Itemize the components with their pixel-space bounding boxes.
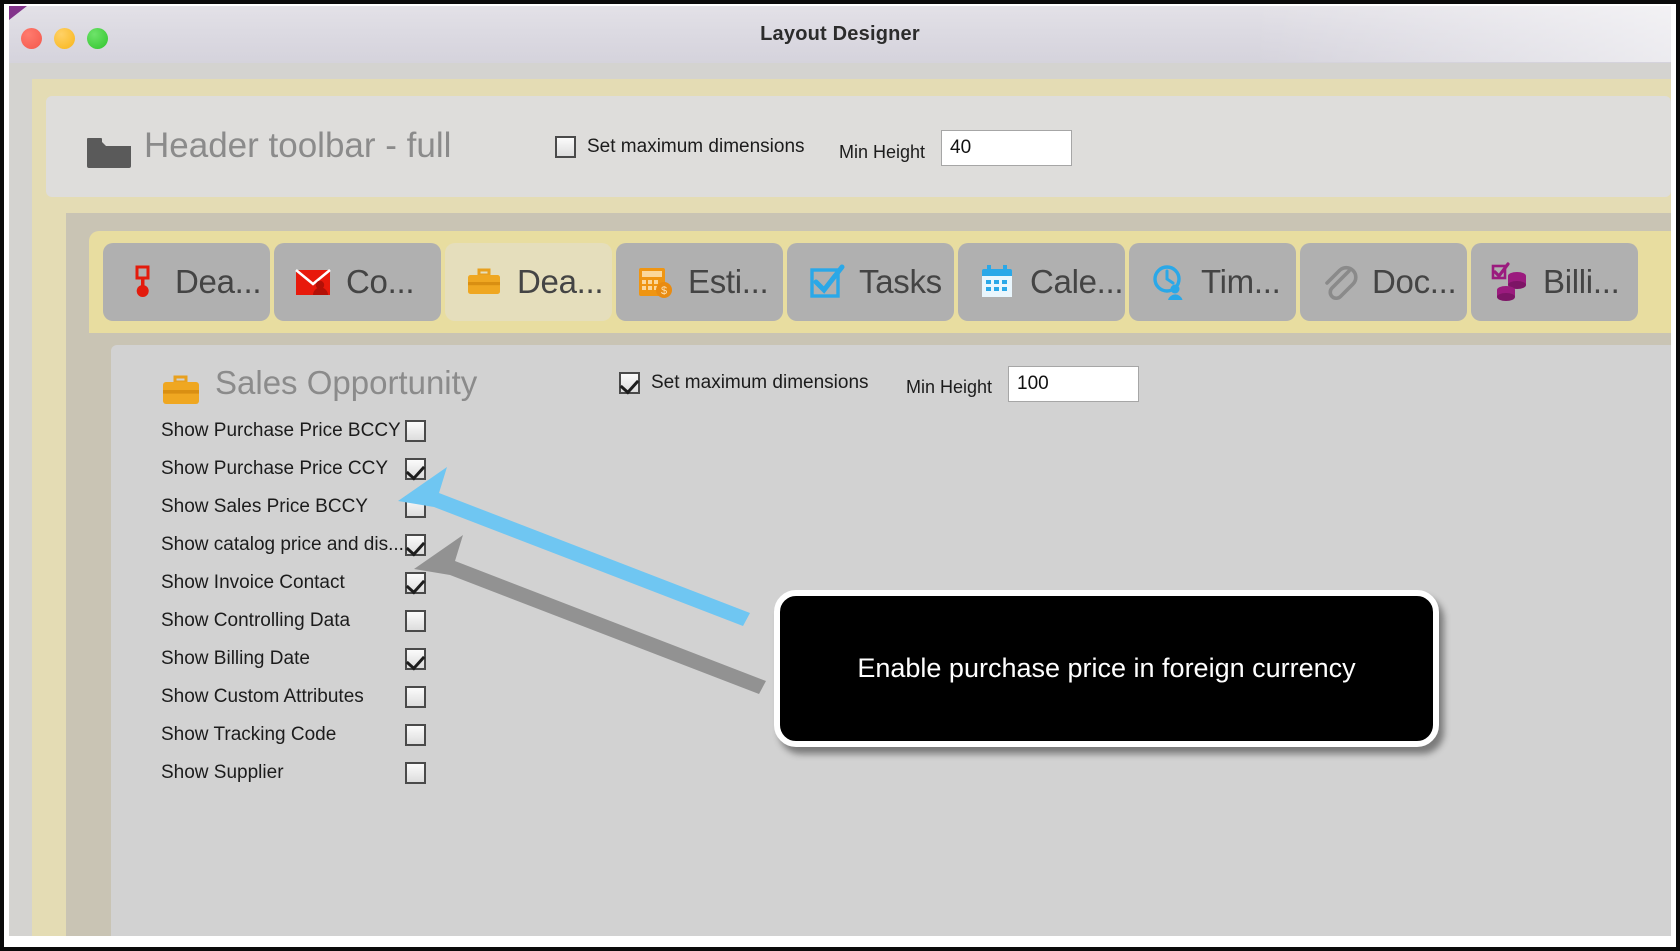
option-label: Show Controlling Data (161, 610, 351, 631)
option-row[interactable]: Show Supplier (161, 754, 491, 792)
window-title: Layout Designer (760, 23, 920, 45)
screenshot-root: Layout Designer Header toolbar - full Se… (0, 0, 1680, 951)
option-label: Show Tracking Code (161, 724, 337, 745)
option-row[interactable]: Show catalog price and dis... (161, 526, 491, 564)
svg-text:$: $ (661, 285, 667, 297)
coins-check-icon (1490, 262, 1530, 302)
option-checkbox[interactable] (405, 534, 426, 556)
option-label: Show Purchase Price CCY (161, 458, 389, 479)
content-set-max-dimensions-checkbox[interactable] (619, 372, 640, 394)
briefcase-icon (464, 262, 504, 302)
paperclip-icon (1319, 262, 1359, 302)
option-checkbox[interactable] (405, 648, 426, 670)
option-label: Show Supplier (161, 762, 284, 783)
checkbox-icon (806, 262, 846, 302)
tab-label: Dea... (175, 263, 262, 300)
header-set-max-dimensions-label: Set maximum dimensions (587, 136, 805, 157)
tab-billing[interactable]: Billi... (1471, 243, 1638, 321)
tab-label: Dea... (517, 263, 604, 300)
calendar-icon (977, 262, 1017, 302)
tab-time[interactable]: Tim... (1129, 243, 1296, 321)
tab-deals-active[interactable]: Dea... (445, 243, 612, 321)
option-row[interactable]: Show Invoice Contact (161, 564, 491, 602)
tab-deal-pin[interactable]: Dea... (103, 243, 270, 321)
tab-tasks[interactable]: Tasks (787, 243, 954, 321)
content-min-height-label: Min Height (906, 377, 993, 397)
option-checkbox[interactable] (405, 610, 426, 632)
option-checkbox[interactable] (405, 496, 426, 518)
option-row[interactable]: Show Billing Date (161, 640, 491, 678)
option-label: Show Billing Date (161, 648, 310, 669)
content-set-max-dimensions[interactable]: Set maximum dimensions (619, 372, 869, 394)
tab-label: Co... (346, 263, 415, 300)
option-label: Show Sales Price BCCY (161, 496, 368, 517)
option-checkbox[interactable] (405, 420, 426, 442)
content-panel-title: Sales Opportunity (215, 364, 478, 401)
option-checkbox[interactable] (405, 458, 426, 480)
option-checkbox[interactable] (405, 686, 426, 708)
window-titlebar: Layout Designer (9, 6, 1671, 64)
option-row[interactable]: Show Purchase Price BCCY (161, 412, 491, 450)
tab-label: Esti... (688, 263, 769, 300)
header-set-max-dimensions[interactable]: Set maximum dimensions (555, 136, 805, 158)
option-checkbox[interactable] (405, 762, 426, 784)
option-row[interactable]: Show Custom Attributes (161, 678, 491, 716)
header-min-height-value: 40 (950, 137, 972, 158)
tab-label: Cale... (1030, 263, 1124, 300)
briefcase-icon (163, 375, 199, 404)
tab-documents[interactable]: Doc... (1300, 243, 1467, 321)
tab-calendar[interactable]: Cale... (958, 243, 1125, 321)
header-panel-title: Header toolbar - full (144, 126, 452, 165)
option-label: Show Purchase Price BCCY (161, 420, 401, 441)
content-min-height-input[interactable]: 100 (1008, 366, 1139, 402)
tab-estimates[interactable]: $ Esti... (616, 243, 783, 321)
options-list: Show Purchase Price BCCY Show Purchase P… (161, 412, 491, 792)
window-body: Header toolbar - full Set maximum dimens… (9, 63, 1671, 936)
designer-canvas: Header toolbar - full Set maximum dimens… (32, 79, 1671, 936)
tab-label: Doc... (1372, 263, 1457, 300)
layout-designer-window: Layout Designer Header toolbar - full Se… (9, 6, 1671, 936)
option-row[interactable]: Show Sales Price BCCY (161, 488, 491, 526)
pin-icon (122, 262, 162, 302)
tab-contacts[interactable]: Co... (274, 243, 441, 321)
option-label: Show Invoice Contact (161, 572, 345, 593)
callout-text: Enable purchase price in foreign currenc… (857, 652, 1356, 683)
header-min-height-input[interactable]: 40 (941, 130, 1072, 166)
header-min-height-label: Min Height (839, 142, 926, 162)
tab-label: Tim... (1201, 263, 1281, 300)
option-row[interactable]: Show Tracking Code (161, 716, 491, 754)
corner-artifact (9, 6, 27, 20)
option-label: Show Custom Attributes (161, 686, 364, 707)
content-min-height-value: 100 (1017, 373, 1049, 394)
option-row[interactable]: Show Purchase Price CCY (161, 450, 491, 488)
clock-user-icon (1148, 262, 1188, 302)
folder-icon (87, 138, 131, 168)
tab-label: Tasks (859, 263, 942, 300)
tab-label: Billi... (1543, 263, 1620, 300)
option-checkbox[interactable] (405, 724, 426, 746)
tab-strip: Dea... Co... Dea... $ Esti... Tasks Cale… (89, 231, 1671, 333)
tab-section: Dea... Co... Dea... $ Esti... Tasks Cale… (66, 213, 1671, 936)
option-checkbox[interactable] (405, 572, 426, 594)
calculator-icon: $ (635, 262, 675, 302)
option-row[interactable]: Show Controlling Data (161, 602, 491, 640)
option-label: Show catalog price and dis... (161, 534, 404, 555)
annotation-callout: Enable purchase price in foreign currenc… (774, 590, 1439, 747)
content-set-max-dimensions-label: Set maximum dimensions (651, 372, 869, 393)
header-set-max-dimensions-checkbox[interactable] (555, 136, 576, 158)
header-toolbar-panel[interactable]: Header toolbar - full Set maximum dimens… (46, 96, 1671, 197)
mail-contact-icon (293, 262, 333, 302)
